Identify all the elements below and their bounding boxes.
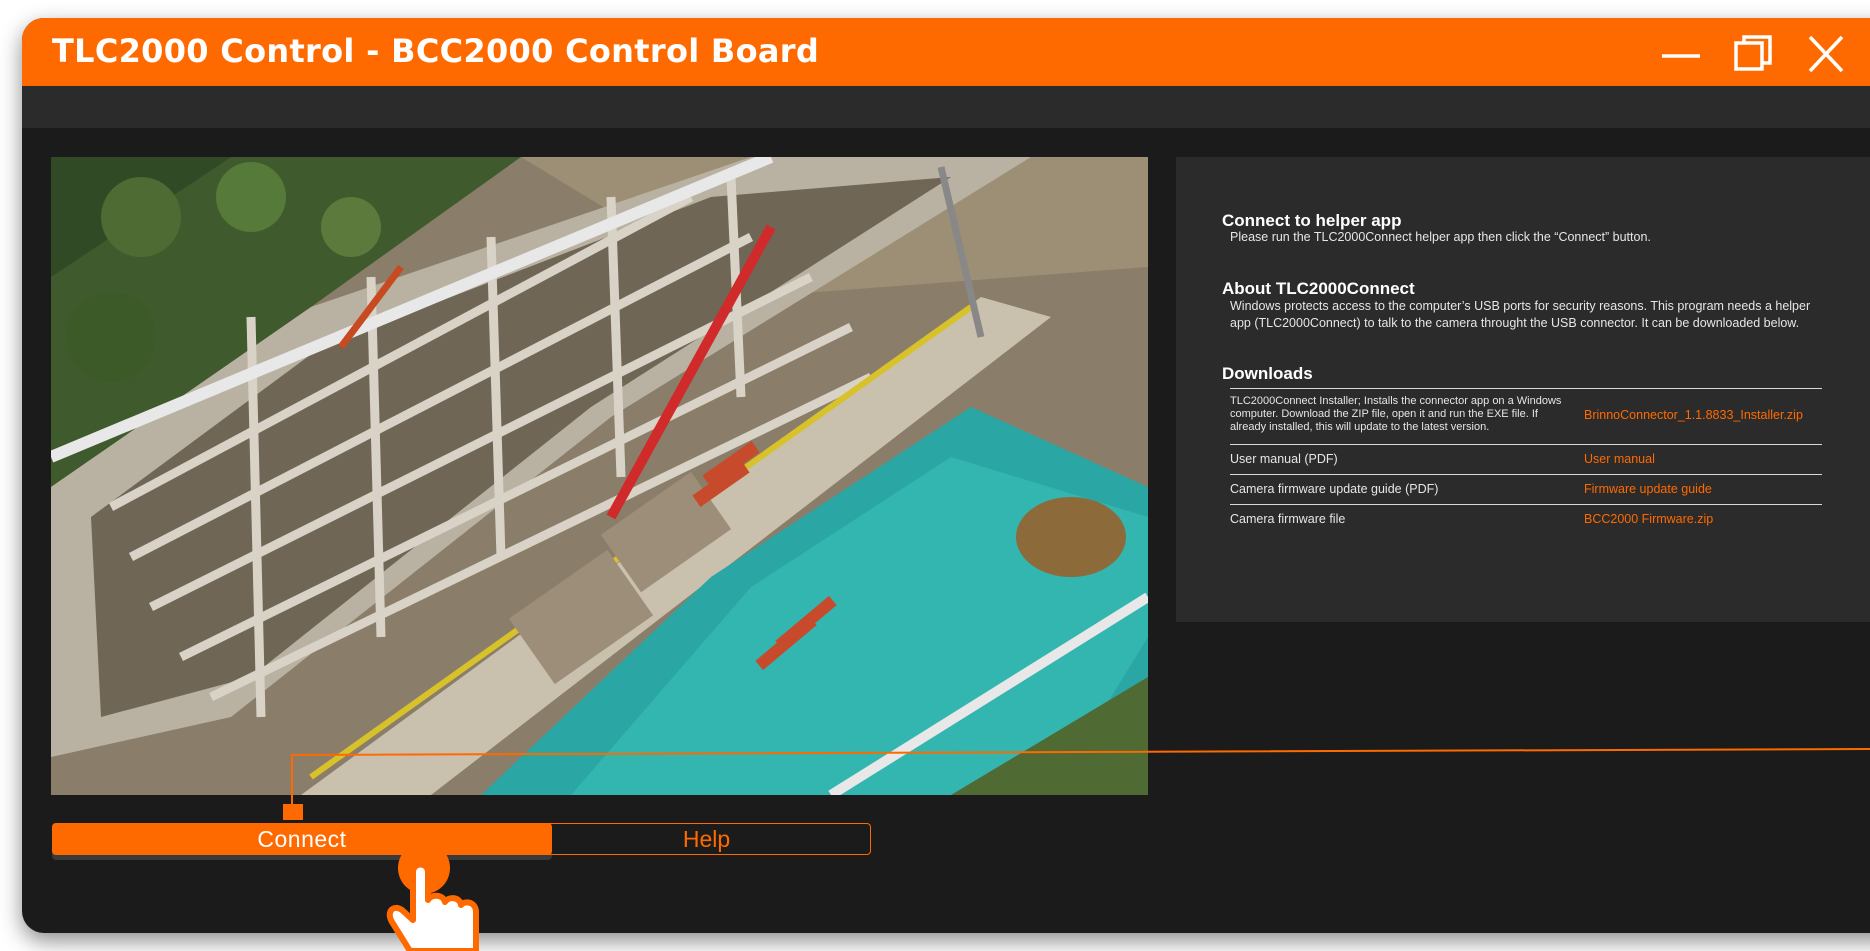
download-row-guide: Camera firmware update guide (PDF) Firmw… — [1230, 474, 1822, 504]
title-bar[interactable]: TLC2000 Control - BCC2000 Control Board — [22, 18, 1870, 86]
download-desc: User manual (PDF) — [1230, 452, 1338, 466]
download-row-installer: TLC2000Connect Installer; Installs the c… — [1230, 388, 1822, 444]
menu-bar — [22, 86, 1870, 128]
downloads-heading: Downloads — [1222, 364, 1313, 383]
download-desc: Camera firmware file — [1230, 512, 1346, 526]
connect-text: Please run the TLC2000Connect helper app… — [1230, 230, 1651, 244]
downloads-table: TLC2000Connect Installer; Installs the c… — [1230, 388, 1822, 534]
download-row-firmware: Camera firmware file BCC2000 Firmware.zi… — [1230, 504, 1822, 534]
firmware-guide-link[interactable]: Firmware update guide — [1584, 482, 1712, 496]
info-panel: Connect to helper app Please run the TLC… — [1176, 157, 1870, 622]
about-heading: About TLC2000Connect — [1222, 279, 1415, 298]
construction-site-photo — [51, 157, 1148, 795]
connect-button[interactable]: Connect — [52, 823, 552, 855]
help-button[interactable]: Help — [542, 823, 871, 855]
close-icon[interactable] — [1804, 34, 1850, 74]
firmware-file-link[interactable]: BCC2000 Firmware.zip — [1584, 512, 1713, 526]
installer-download-link[interactable]: BrinnoConnector_1.1.8833_Installer.zip — [1584, 408, 1803, 422]
minimize-icon[interactable] — [1658, 34, 1704, 74]
connect-heading: Connect to helper app — [1222, 211, 1402, 230]
about-text: Windows protects access to the computer’… — [1230, 299, 1811, 330]
download-desc: Camera firmware update guide (PDF) — [1230, 482, 1439, 496]
window-title: TLC2000 Control - BCC2000 Control Board — [52, 32, 820, 70]
download-desc: TLC2000Connect Installer; Installs the c… — [1230, 395, 1562, 433]
app-window: TLC2000 Control - BCC2000 Control Board — [22, 18, 1870, 933]
user-manual-link[interactable]: User manual — [1584, 452, 1655, 466]
maximize-icon[interactable] — [1732, 34, 1778, 74]
download-row-manual: User manual (PDF) User manual — [1230, 444, 1822, 474]
